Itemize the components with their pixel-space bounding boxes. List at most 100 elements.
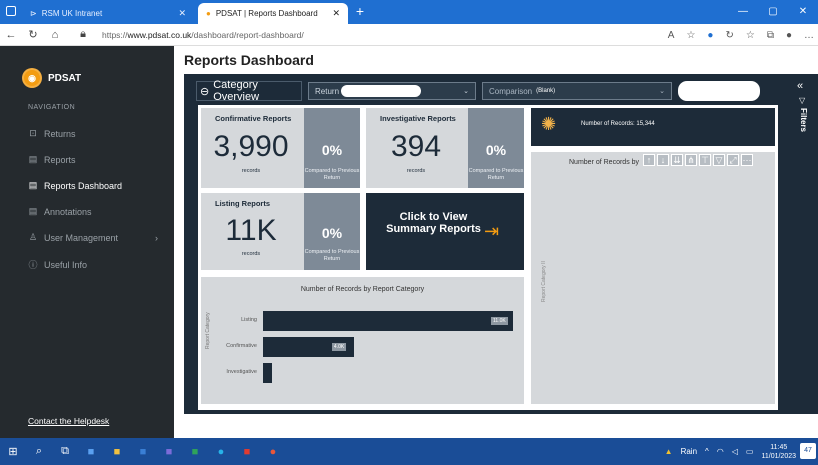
sidebar-item-label: Reports Dashboard	[44, 180, 123, 191]
tab-pdsat-dashboard[interactable]: ● PDSAT | Reports Dashboard ✕	[198, 3, 348, 24]
card-compare-text: Compared to Previous Return	[304, 249, 360, 262]
favorites-icon[interactable]: ☆	[746, 30, 755, 41]
page-title: Reports Dashboard	[184, 52, 314, 68]
sidebar-item-annotations[interactable]: ▤ Annotations	[28, 206, 168, 217]
outlook-icon[interactable]: ■	[78, 438, 104, 465]
minimize-icon[interactable]: —	[728, 0, 758, 24]
new-tab-button[interactable]: +	[352, 4, 368, 20]
brand-logo[interactable]: ◉ PDSAT	[22, 68, 81, 88]
filters-pane[interactable]: « ▽ Filters	[789, 74, 818, 414]
filter-icon[interactable]: ▽	[713, 154, 725, 166]
sidebar-item-useful-info[interactable]: ⓘ Useful Info	[28, 258, 168, 271]
address-toolbar: A ☆ ● ↻ ☆ ⧉ ● …	[668, 24, 814, 46]
battery-icon[interactable]: ▭	[746, 447, 754, 456]
rsm-logo-icon: ⊳	[30, 9, 37, 18]
close-icon[interactable]: ✕	[178, 8, 186, 19]
back-circle-icon: ⊖	[200, 85, 210, 98]
edge-icon[interactable]: ●	[208, 438, 234, 465]
card-compare-text: Compared to Previous Return	[468, 168, 524, 181]
chevron-up-icon[interactable]: ^	[705, 447, 709, 456]
system-tray: ▲ Rain ^ ◠ ◁ ▭ 11:45 11/01/2023	[665, 438, 796, 465]
category-overview-label: Category Overview	[213, 79, 260, 103]
refresh-alt-icon[interactable]: ↻	[725, 30, 733, 41]
window-close-icon[interactable]: ✕	[788, 0, 818, 24]
clock[interactable]: 11:45 11/01/2023	[761, 443, 796, 461]
sidebar-item-reports-dashboard[interactable]: ▤ Reports Dashboard	[28, 180, 168, 191]
back-icon[interactable]: ←	[0, 29, 22, 41]
records-by-category-ii-visual[interactable]: Number of Records by ↑ ↓ ⇊ ⋔ ⊤ ▽ ⤢ ⋯ Rep…	[531, 152, 775, 404]
sidebar-item-label: Reports	[44, 154, 76, 165]
task-view-icon[interactable]: ⧉	[52, 438, 78, 465]
lock-icon[interactable]: 🔒︎	[72, 28, 94, 41]
word-icon[interactable]: ■	[130, 438, 156, 465]
filters-label: Filters	[799, 108, 808, 133]
search-icon[interactable]: ⌕	[26, 438, 52, 465]
return-dropdown[interactable]: Return ⌄	[308, 82, 476, 100]
focus-mode-icon[interactable]: ⤢	[727, 154, 739, 166]
sidebar-item-returns[interactable]: ⊡ Returns	[28, 128, 168, 139]
more-options-icon[interactable]: ⋯	[741, 154, 753, 166]
comparison-dropdown[interactable]: Comparison (Blank) ⌄	[482, 82, 672, 100]
chart-title: Number of Records by Report Category	[300, 286, 425, 293]
favorite-icon[interactable]: ☆	[686, 30, 695, 41]
weather-label[interactable]: Rain	[681, 447, 697, 456]
sidebar-item-reports[interactable]: ▤ Reports	[28, 154, 168, 165]
wifi-icon[interactable]: ◠	[717, 447, 724, 456]
card-unit: records	[406, 168, 426, 174]
card-title: Listing Reports	[215, 199, 271, 208]
card-investigative-reports[interactable]: Investigative Reports 394 records 0% Com…	[366, 108, 524, 188]
close-icon[interactable]: ✕	[332, 8, 340, 19]
card-compare-text: Compared to Previous Return	[304, 168, 360, 181]
weather-icon: ▲	[664, 447, 673, 456]
view-summary-reports-button[interactable]: Click to View Summary Reports ⇥	[366, 193, 524, 270]
clock-date: 11/01/2023	[761, 452, 796, 460]
sidebar-item-user-management[interactable]: ♙ User Management ›	[28, 232, 168, 243]
file-explorer-icon[interactable]: ■	[104, 438, 130, 465]
extension-icon[interactable]: ●	[707, 30, 713, 41]
visual-toolbar: ↑ ↓ ⇊ ⋔ ⊤ ▽ ⤢ ⋯	[643, 154, 753, 166]
card-unit: records	[241, 168, 261, 174]
drill-up-icon[interactable]: ↑	[643, 154, 655, 166]
tab-actions-icon[interactable]	[6, 6, 16, 16]
kpi-text: Number of Records: 15,344	[581, 121, 655, 127]
bar-chart-report-category[interactable]: Number of Records by Report Category Rep…	[201, 277, 524, 404]
powerpoint-icon[interactable]: ●	[260, 438, 286, 465]
more-icon[interactable]: …	[804, 30, 814, 41]
read-aloud-icon[interactable]: A	[668, 30, 675, 41]
card-listing-reports[interactable]: Listing Reports 11K records 0% Compared …	[201, 193, 360, 270]
windows-start-icon[interactable]: ⊞	[0, 438, 26, 465]
teams-icon[interactable]: ■	[156, 438, 182, 465]
refresh-icon[interactable]: ↻	[22, 28, 44, 41]
return-icon: ⊡	[29, 128, 37, 138]
excel-icon[interactable]: ■	[182, 438, 208, 465]
filter-icon: ▽	[799, 96, 806, 105]
pdf-reader-icon[interactable]: ■	[234, 438, 260, 465]
url-field[interactable]: https://www.pdsat.co.uk/dashboard/report…	[102, 30, 304, 40]
browser-tab-bar: ⊳ RSM UK Intranet ✕ ● PDSAT | Reports Da…	[0, 0, 818, 24]
card-percent: 0%	[485, 142, 507, 158]
card-comparison-panel: 0% Compared to Previous Return	[304, 108, 360, 188]
tab-title: PDSAT | Reports Dashboard	[215, 9, 318, 18]
hierarchy-icon[interactable]: ⋔	[685, 154, 697, 166]
card-confirmative-reports[interactable]: Confirmative Reports 3,990 records 0% Co…	[201, 108, 360, 188]
maximize-icon[interactable]: ▢	[758, 0, 788, 24]
home-icon[interactable]: ⌂	[44, 29, 66, 41]
clock-time: 11:45	[770, 443, 788, 451]
redaction	[341, 85, 422, 97]
expand-down-icon[interactable]: ⇊	[671, 154, 683, 166]
chart-bar[interactable]	[263, 311, 513, 331]
pin-icon[interactable]: ⊤	[699, 154, 711, 166]
notification-badge[interactable]: 47	[800, 443, 816, 459]
card-unit: records	[241, 251, 261, 257]
sidebar-item-label: Useful Info	[44, 259, 88, 270]
sidebar-item-label: Annotations	[44, 206, 92, 217]
tab-rsm-intranet[interactable]: ⊳ RSM UK Intranet ✕	[22, 3, 194, 24]
drill-down-icon[interactable]: ↓	[657, 154, 669, 166]
category-overview-button[interactable]: ⊖ Category Overview	[196, 79, 302, 103]
collapse-left-icon[interactable]: «	[797, 80, 803, 92]
collections-icon[interactable]: ⧉	[767, 30, 774, 41]
chart-bar[interactable]	[263, 363, 272, 383]
profile-icon[interactable]: ●	[786, 30, 792, 41]
helpdesk-link[interactable]: Contact the Helpdesk	[28, 416, 109, 426]
volume-icon[interactable]: ◁	[732, 447, 738, 456]
